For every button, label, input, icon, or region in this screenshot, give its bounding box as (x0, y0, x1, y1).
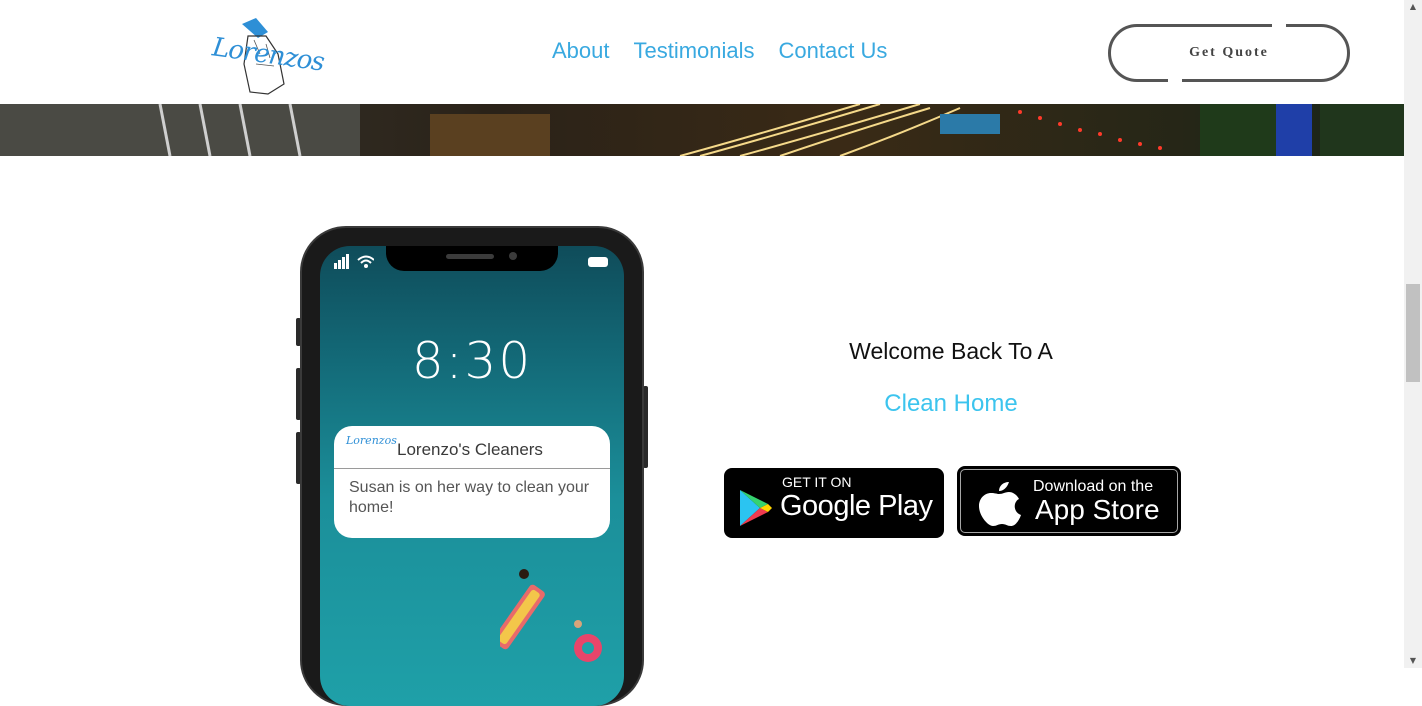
google-play-big-text: Google Play (780, 490, 933, 522)
notification-title: Lorenzo's Cleaners (397, 440, 543, 459)
city-banner-image (0, 104, 1404, 156)
push-notification[interactable]: Lorenzos Lorenzo's Cleaners Susan is on … (334, 426, 610, 538)
wifi-icon (334, 254, 375, 269)
lock-screen-time: 8:30 (411, 332, 533, 390)
pool-float-illustration (500, 569, 602, 662)
phone-notch (386, 246, 558, 271)
notification-body: Susan is on her way to clean your home! (349, 479, 590, 516)
app-store-big-text: App Store (1035, 494, 1160, 525)
phone-camera (509, 252, 517, 260)
scrollbar-thumb[interactable] (1406, 284, 1420, 382)
nav-contact-us[interactable]: Contact Us (779, 38, 888, 64)
nav-testimonials[interactable]: Testimonials (634, 38, 755, 64)
city-night-photo (0, 104, 1404, 156)
main-nav: About Testimonials Contact Us (552, 38, 887, 64)
notification-header: Lorenzos Lorenzo's Cleaners (334, 426, 610, 469)
button-gap (1168, 74, 1182, 82)
google-play-button[interactable]: GET IT ON Google Play (724, 468, 944, 538)
scroll-down-arrow-icon[interactable]: ▼ (1404, 654, 1422, 668)
phone-screen: 8:30 Lorenzos Lorenzo's Cleaners Susan i… (320, 246, 624, 706)
welcome-text: Welcome Back To A (849, 338, 1053, 364)
get-quote-button[interactable]: Get Quote (1108, 24, 1350, 82)
scroll-up-arrow-icon[interactable]: ▲ (1404, 0, 1422, 14)
page-scrollbar[interactable]: ▲ ▼ (1404, 0, 1422, 668)
signal-icon (334, 254, 375, 274)
battery-icon (588, 257, 608, 267)
clean-home-highlight: Clean Home (884, 390, 1018, 417)
phone-mockup: 8:30 Lorenzos Lorenzo's Cleaners Susan i… (296, 226, 648, 706)
nav-about[interactable]: About (552, 38, 610, 64)
notification-logo: Lorenzos (346, 434, 397, 447)
apple-icon (979, 482, 1021, 526)
site-logo[interactable]: Lorenzos (208, 14, 326, 96)
button-gap (1272, 20, 1286, 28)
google-play-icon (740, 490, 772, 526)
phone-speaker (446, 254, 494, 259)
google-play-small-text: GET IT ON (782, 474, 852, 490)
site-header: Lorenzos About Testimonials Contact Us G… (0, 0, 1404, 104)
app-store-button[interactable]: Download on the App Store (957, 466, 1181, 536)
